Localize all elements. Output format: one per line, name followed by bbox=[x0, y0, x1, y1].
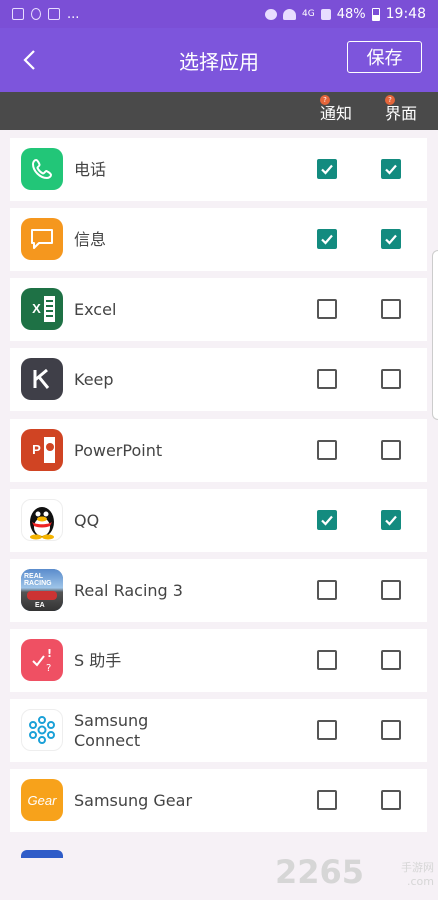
samsung-gear-icon: Gear bbox=[21, 779, 63, 821]
notify-help-badge[interactable]: ? bbox=[320, 95, 330, 105]
message-icon bbox=[21, 218, 63, 260]
keep-icon bbox=[21, 358, 63, 400]
back-arrow-icon bbox=[23, 50, 35, 70]
interface-checkbox[interactable] bbox=[381, 650, 401, 670]
interface-checkbox[interactable] bbox=[381, 159, 401, 179]
svg-text:!: ! bbox=[47, 647, 52, 660]
notify-checkbox[interactable] bbox=[317, 510, 337, 530]
app-row[interactable]: X Excel bbox=[10, 278, 427, 341]
wifi-icon bbox=[283, 8, 297, 20]
battery-icon bbox=[371, 7, 380, 21]
status-right: 4G 48% 19:48 bbox=[265, 6, 426, 22]
notify-column-header: ? 通知 bbox=[320, 95, 353, 124]
app-row[interactable]: QQ bbox=[10, 489, 427, 552]
app-row[interactable]: 电话 bbox=[10, 138, 427, 201]
watermark-domain: .com bbox=[407, 875, 434, 888]
scroll-indicator[interactable] bbox=[432, 250, 438, 420]
notify-checkbox[interactable] bbox=[317, 299, 337, 319]
interface-checkbox[interactable] bbox=[381, 580, 401, 600]
app-row[interactable]: Samsung Connect bbox=[10, 699, 427, 762]
app-name: QQ bbox=[74, 510, 100, 530]
shopping-bag-notification-icon bbox=[48, 8, 60, 20]
battery-percent: 48% bbox=[336, 6, 366, 22]
svg-text:?: ? bbox=[46, 663, 51, 674]
notify-checkbox[interactable] bbox=[317, 369, 337, 389]
interface-checkbox[interactable] bbox=[381, 790, 401, 810]
bottom-area: 2265 手游网 .com bbox=[0, 850, 438, 900]
interface-checkbox[interactable] bbox=[381, 440, 401, 460]
back-button[interactable] bbox=[0, 28, 60, 92]
notify-column-label: 通知 bbox=[320, 104, 353, 123]
interface-column-header: ? 界面 bbox=[385, 95, 418, 124]
network-type: 4G bbox=[302, 9, 315, 19]
app-row[interactable]: P PowerPoint bbox=[10, 419, 427, 482]
interface-help-badge[interactable]: ? bbox=[385, 95, 395, 105]
app-row[interactable]: Keep bbox=[10, 348, 427, 411]
notify-checkbox[interactable] bbox=[317, 650, 337, 670]
more-notifications: ... bbox=[67, 6, 80, 22]
watermark-logo: 2265 bbox=[274, 853, 364, 891]
notify-checkbox[interactable] bbox=[317, 440, 337, 460]
s-assistant-icon: !? bbox=[21, 639, 63, 681]
interface-checkbox[interactable] bbox=[381, 369, 401, 389]
interface-checkbox[interactable] bbox=[381, 299, 401, 319]
interface-column-label: 界面 bbox=[385, 104, 418, 123]
clock: 19:48 bbox=[385, 6, 426, 22]
notify-checkbox[interactable] bbox=[317, 229, 337, 249]
interface-checkbox[interactable] bbox=[381, 510, 401, 530]
notify-checkbox[interactable] bbox=[317, 720, 337, 740]
interface-checkbox[interactable] bbox=[381, 720, 401, 740]
qq-penguin-icon bbox=[21, 499, 63, 541]
save-button[interactable]: 保存 bbox=[347, 41, 422, 73]
app-name: Real Racing 3 bbox=[74, 580, 183, 600]
app-row[interactable]: 信息 bbox=[10, 208, 427, 271]
app-bar: 选择应用 保存 bbox=[0, 28, 438, 92]
signal-icon bbox=[320, 8, 331, 20]
phone-icon bbox=[21, 148, 63, 190]
app-row[interactable]: REAL RACING EA Real Racing 3 bbox=[10, 559, 427, 622]
app-name: 信息 bbox=[74, 229, 107, 249]
samsung-connect-icon bbox=[21, 709, 63, 751]
app-row[interactable]: Gear Samsung Gear bbox=[10, 769, 427, 832]
app-name: PowerPoint bbox=[74, 440, 163, 460]
app-name: Excel bbox=[74, 299, 117, 319]
gallery-notification-icon bbox=[12, 8, 24, 20]
app-name-line1: Samsung bbox=[74, 710, 149, 730]
app-name: S 助手 bbox=[74, 650, 122, 670]
download-notification-icon bbox=[31, 8, 41, 20]
notify-checkbox[interactable] bbox=[317, 790, 337, 810]
notify-checkbox[interactable] bbox=[317, 580, 337, 600]
status-bar: ... 4G 48% 19:48 bbox=[0, 0, 438, 28]
alarm-icon bbox=[265, 8, 278, 20]
app-name-line2: Connect bbox=[74, 730, 141, 750]
watermark-site-name: 手游网 bbox=[401, 861, 434, 874]
powerpoint-icon: P bbox=[21, 429, 63, 471]
status-notifications: ... bbox=[12, 7, 265, 22]
app-list[interactable]: 电话 信息 X Excel Keep P PowerPoint QQ REAL RACING EA R… bbox=[0, 130, 438, 853]
excel-icon: X bbox=[21, 288, 63, 330]
app-name: 电话 bbox=[74, 159, 107, 179]
app-name: Keep bbox=[74, 369, 114, 389]
watermark-site: 手游网 .com bbox=[401, 861, 434, 889]
real-racing-icon: REAL RACING EA bbox=[21, 569, 63, 611]
partial-app-icon bbox=[21, 850, 63, 858]
notify-checkbox[interactable] bbox=[317, 159, 337, 179]
interface-checkbox[interactable] bbox=[381, 229, 401, 249]
app-name: Samsung Connect bbox=[74, 711, 148, 751]
column-header: ? 通知 ? 界面 bbox=[0, 92, 438, 130]
app-name: Samsung Gear bbox=[74, 790, 193, 810]
app-row[interactable]: !? S 助手 bbox=[10, 629, 427, 692]
